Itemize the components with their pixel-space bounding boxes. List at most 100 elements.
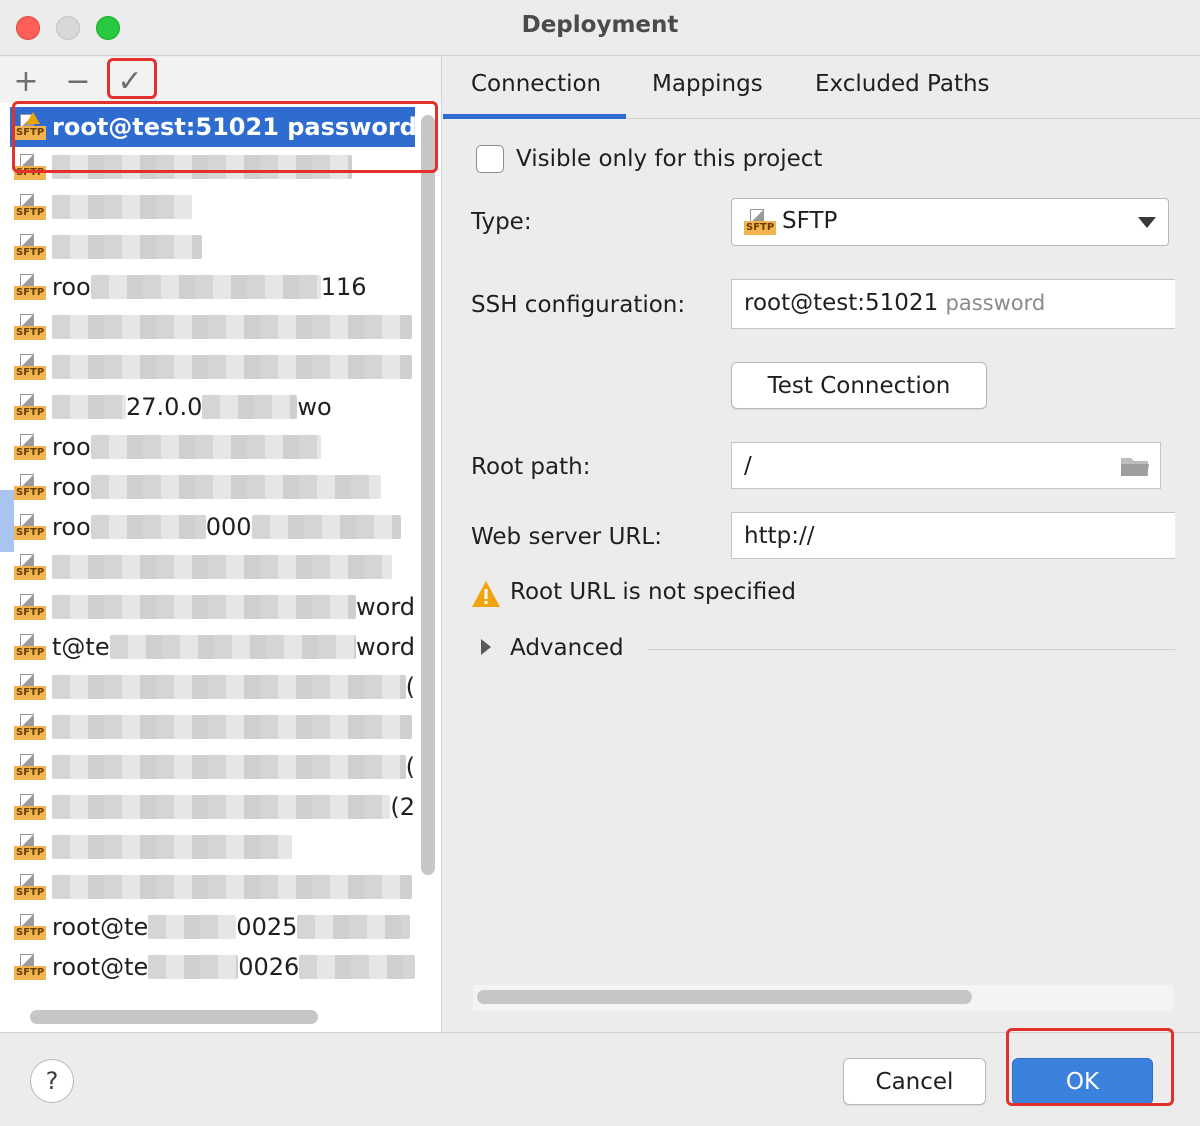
server-row[interactable]: SFTP roo bbox=[0, 427, 415, 467]
tab-mappings[interactable]: Mappings bbox=[652, 71, 763, 97]
root-path-label: Root path: bbox=[471, 454, 591, 480]
server-row[interactable]: SFTP 27.0.0 wo bbox=[0, 387, 415, 427]
sftp-icon: SFTP bbox=[14, 272, 47, 302]
redacted-text bbox=[148, 915, 237, 939]
minus-icon: − bbox=[65, 63, 91, 99]
ok-button[interactable]: OK bbox=[1012, 1058, 1153, 1105]
server-row[interactable]: SFTP bbox=[0, 147, 415, 187]
sftp-icon: SFTP bbox=[14, 672, 47, 702]
sftp-icon: SFTP bbox=[14, 872, 47, 902]
server-row[interactable]: SFTP root@te 0026 bbox=[0, 947, 415, 987]
server-settings-pane: Connection Mappings Excluded Paths Visib… bbox=[443, 57, 1200, 1032]
tab-excluded-paths[interactable]: Excluded Paths bbox=[815, 71, 990, 97]
web-url-label: Web server URL: bbox=[471, 524, 662, 550]
server-row[interactable]: SFTP root@te 0025 bbox=[0, 907, 415, 947]
type-value: SFTP bbox=[782, 208, 838, 234]
sftp-icon: SFTP bbox=[14, 952, 47, 982]
sftp-icon: SFTP bbox=[744, 207, 777, 237]
test-connection-button[interactable]: Test Connection bbox=[731, 362, 987, 409]
ssh-config-hint: password bbox=[945, 291, 1046, 315]
visible-only-label: Visible only for this project bbox=[516, 146, 823, 172]
redacted-text bbox=[52, 235, 202, 259]
type-dropdown[interactable]: SFTP SFTP bbox=[731, 198, 1169, 246]
server-row[interactable]: SFTP t@te word bbox=[0, 627, 415, 667]
sftp-icon: SFTP bbox=[14, 352, 47, 382]
sftp-icon: SFTP bbox=[14, 752, 47, 782]
redacted-text bbox=[52, 675, 406, 699]
sftp-icon: SFTP bbox=[14, 192, 47, 222]
redacted-text bbox=[52, 395, 126, 419]
server-row[interactable]: SFTP bbox=[0, 347, 415, 387]
sftp-icon: SFTP bbox=[14, 312, 47, 342]
cancel-button[interactable]: Cancel bbox=[843, 1058, 986, 1105]
redacted-text bbox=[52, 315, 412, 339]
tab-connection[interactable]: Connection bbox=[471, 71, 601, 97]
redacted-text bbox=[52, 835, 292, 859]
folder-icon[interactable] bbox=[1120, 455, 1150, 477]
server-row[interactable]: SFTP ( bbox=[0, 667, 415, 707]
server-name-partial: roo bbox=[52, 433, 91, 461]
server-row[interactable]: SFTP ( bbox=[0, 747, 415, 787]
root-path-field[interactable]: / bbox=[731, 442, 1161, 489]
server-name-partial: 116 bbox=[320, 273, 367, 301]
ssh-config-field[interactable]: root@test:51021 password bbox=[731, 279, 1175, 329]
web-url-value: http:// bbox=[744, 523, 815, 549]
server-row[interactable]: SFTP bbox=[0, 307, 415, 347]
add-server-button[interactable]: + bbox=[8, 63, 44, 99]
chevron-down-icon bbox=[1138, 217, 1156, 228]
visible-only-checkbox[interactable] bbox=[476, 145, 504, 173]
server-row[interactable]: SFTP roo bbox=[0, 467, 415, 507]
help-button[interactable]: ? bbox=[30, 1059, 74, 1103]
sftp-icon: SFTP bbox=[14, 432, 47, 462]
server-row[interactable]: SFTP word bbox=[0, 587, 415, 627]
server-row[interactable]: SFTP bbox=[0, 227, 415, 267]
ssh-config-value: root@test:51021 bbox=[744, 290, 939, 316]
server-row[interactable]: SFTP bbox=[0, 547, 415, 587]
redacted-text bbox=[202, 395, 298, 419]
redacted-text bbox=[148, 955, 239, 979]
redacted-text bbox=[90, 275, 321, 299]
settings-horizontal-scrollbar[interactable] bbox=[477, 990, 972, 1004]
web-url-field[interactable]: http:// bbox=[731, 512, 1175, 559]
redacted-text bbox=[90, 515, 206, 539]
redacted-text bbox=[90, 475, 381, 499]
server-row[interactable]: SFTP bbox=[0, 187, 415, 227]
server-list-horizontal-scrollbar[interactable] bbox=[30, 1010, 318, 1024]
advanced-section-toggle[interactable]: Advanced bbox=[510, 635, 624, 661]
redacted-text bbox=[52, 155, 352, 179]
server-row[interactable]: SFTP (2 bbox=[0, 787, 415, 827]
sftp-icon: SFTP bbox=[14, 392, 47, 422]
server-name-partial: root@te bbox=[52, 913, 149, 941]
server-name-partial: 000 bbox=[205, 513, 252, 541]
server-row[interactable]: SFTP roo 000 bbox=[0, 507, 415, 547]
advanced-expand-icon[interactable] bbox=[481, 639, 491, 655]
server-name: root@test:51021 password bbox=[52, 113, 415, 141]
type-label: Type: bbox=[471, 209, 532, 235]
redacted-text bbox=[90, 435, 321, 459]
server-row-selected[interactable]: SFTP root@test:51021 password bbox=[10, 107, 415, 147]
server-row[interactable]: SFTP roo 116 bbox=[0, 267, 415, 307]
server-list-toolbar: + − ✓ bbox=[0, 57, 441, 103]
plus-icon: + bbox=[13, 63, 39, 99]
window-title: Deployment bbox=[521, 12, 679, 38]
server-list-vertical-scrollbar[interactable] bbox=[421, 115, 435, 875]
sftp-icon: SFTP bbox=[14, 712, 47, 742]
server-name-partial: roo bbox=[52, 473, 91, 501]
server-list-pane: + − ✓ SFTP root@test:51021 password SFTP… bbox=[0, 57, 442, 1032]
redacted-text bbox=[52, 595, 356, 619]
sftp-icon: SFTP bbox=[14, 472, 47, 502]
use-as-default-button[interactable]: ✓ bbox=[112, 63, 148, 99]
checkmark-icon: ✓ bbox=[117, 63, 143, 99]
server-name-partial: root@te bbox=[52, 953, 149, 981]
server-name-partial: roo bbox=[52, 513, 91, 541]
remove-server-button[interactable]: − bbox=[60, 63, 96, 99]
server-row[interactable]: SFTP bbox=[0, 827, 415, 867]
sftp-icon: SFTP bbox=[14, 152, 47, 182]
server-row[interactable]: SFTP bbox=[0, 707, 415, 747]
server-name-partial: t@te bbox=[52, 633, 110, 661]
server-name-partial: (2 bbox=[390, 793, 415, 821]
server-name-partial: word bbox=[356, 633, 415, 661]
tab-bar: Connection Mappings Excluded Paths bbox=[443, 57, 1200, 119]
server-row[interactable]: SFTP bbox=[0, 867, 415, 907]
redacted-text bbox=[52, 755, 406, 779]
